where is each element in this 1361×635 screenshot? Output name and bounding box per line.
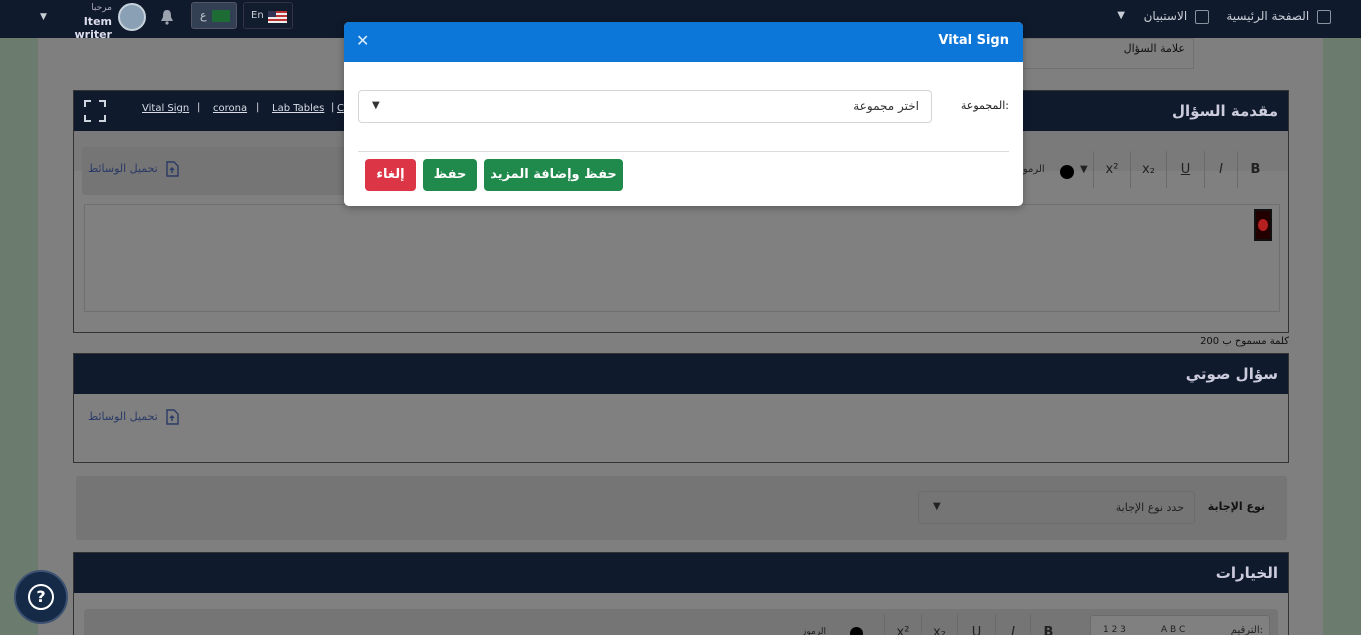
question-mark-icon: ? (28, 584, 54, 610)
options-subscript-button[interactable]: x₂ (921, 614, 957, 635)
options-bold-button[interactable]: B (1030, 614, 1066, 635)
home-label: الصفحة الرئيسية (1226, 9, 1310, 23)
color-picker[interactable] (1060, 165, 1074, 179)
vital-sign-modal: Vital Sign ✕ المجموعة: اختر مجموعة ▼ حفظ… (344, 22, 1023, 206)
question-mark-label: علامة السؤال (1123, 42, 1185, 55)
chevron-down-icon: ▼ (372, 100, 380, 111)
options-symbols-label[interactable]: الرموز (802, 627, 826, 635)
lang-english-button[interactable]: En (243, 2, 293, 29)
group-select-value: اختر مجموعة (853, 99, 919, 113)
upload-media-label: تحميل الوسائط (88, 162, 158, 175)
audio-upload-link[interactable]: تحميل الوسائط (88, 409, 180, 425)
user-info[interactable]: مرحبا Item writer (58, 2, 112, 41)
superscript-button[interactable]: x² (1093, 151, 1130, 188)
editor-body[interactable] (84, 204, 1280, 312)
subscript-button[interactable]: x₂ (1130, 151, 1166, 188)
nav-questionnaires[interactable]: الاستبيان (1144, 9, 1209, 24)
audio-section: سؤال صوتي (73, 353, 1289, 463)
crumb-corona[interactable]: corona (213, 103, 247, 114)
embedded-image-dot (1258, 219, 1268, 231)
intro-section-title: مقدمة السؤال (1172, 102, 1278, 120)
options-underline-button[interactable]: U (957, 614, 995, 635)
save-and-add-more-button[interactable]: حفظ وإضافة المزيد (484, 159, 623, 191)
options-section-title: الخيارات (1215, 564, 1278, 582)
audio-upload-label: تحميل الوسائط (88, 410, 158, 423)
crumb-separator: | (197, 102, 201, 113)
answer-type-select[interactable]: حدد نوع الإجابة ▼ (918, 491, 1195, 524)
save-button[interactable]: حفظ (423, 159, 477, 191)
lang-arabic-button[interactable]: ع (191, 2, 237, 29)
crumb-c[interactable]: C (337, 103, 344, 114)
crumb-lab-tables[interactable]: Lab Tables (272, 103, 324, 114)
group-select[interactable]: اختر مجموعة ▼ (358, 90, 932, 123)
nav-home[interactable]: الصفحة الرئيسية (1226, 9, 1331, 24)
numbering-abc[interactable]: A B C (1161, 625, 1185, 635)
page-margin-left (0, 38, 38, 635)
crumb-separator: | (331, 102, 335, 113)
close-icon[interactable]: ✕ (356, 31, 369, 50)
chevron-down-icon: ▼ (933, 501, 941, 512)
greeting: مرحبا (91, 3, 112, 13)
lang-english-label: En (251, 10, 264, 21)
questionnaire-icon (1195, 9, 1209, 24)
options-superscript-button[interactable]: x² (884, 614, 921, 635)
numbering-label: الترقيم: (1230, 625, 1263, 635)
options-section-header: الخيارات (74, 553, 1288, 593)
audio-section-title: سؤال صوتي (1185, 365, 1278, 383)
word-limit-note: 200 كلمة مسموح ب (1200, 336, 1289, 347)
color-caret-icon[interactable]: ▼ (1080, 164, 1088, 175)
numbering-panel: الترقيم: A B C 1 2 3 (1090, 615, 1270, 635)
upload-file-icon (166, 409, 180, 425)
answer-type-placeholder: حدد نوع الإجابة (1115, 501, 1184, 514)
group-field-label: المجموعة: (960, 99, 1009, 112)
options-color-picker[interactable] (850, 627, 863, 635)
avatar[interactable] (118, 3, 146, 31)
modal-header: Vital Sign ✕ (344, 22, 1023, 62)
numbering-123[interactable]: 1 2 3 (1103, 625, 1126, 635)
questionnaires-label: الاستبيان (1143, 9, 1188, 23)
crumb-vital-sign[interactable]: Vital Sign (142, 103, 189, 114)
help-button[interactable]: ? (14, 570, 68, 624)
user-menu-caret-icon[interactable]: ▼ (40, 12, 47, 22)
cancel-button[interactable]: إلغاء (365, 159, 416, 191)
bell-icon[interactable] (160, 9, 174, 25)
embedded-image (1254, 209, 1272, 241)
crumb-separator: | (256, 102, 260, 113)
answer-type-label: نوع الإجابة (1207, 500, 1265, 513)
page-margin-right (1323, 38, 1361, 635)
underline-button[interactable]: U (1166, 151, 1204, 188)
modal-divider (358, 151, 1009, 152)
modal-title: Vital Sign (938, 33, 1009, 48)
upload-file-icon (166, 161, 180, 177)
chevron-down-icon[interactable]: ▼ (1117, 10, 1125, 21)
saudi-flag-icon (212, 10, 230, 22)
options-italic-button[interactable]: I (995, 614, 1030, 635)
upload-media-link[interactable]: تحميل الوسائط (88, 161, 180, 177)
italic-button[interactable]: I (1204, 151, 1237, 188)
fullscreen-icon[interactable] (84, 100, 106, 122)
home-icon (1317, 9, 1331, 24)
us-flag-icon (268, 11, 287, 23)
bold-button[interactable]: B (1237, 151, 1273, 188)
lang-arabic-label: ع (200, 9, 207, 22)
audio-section-header: سؤال صوتي (74, 354, 1288, 394)
